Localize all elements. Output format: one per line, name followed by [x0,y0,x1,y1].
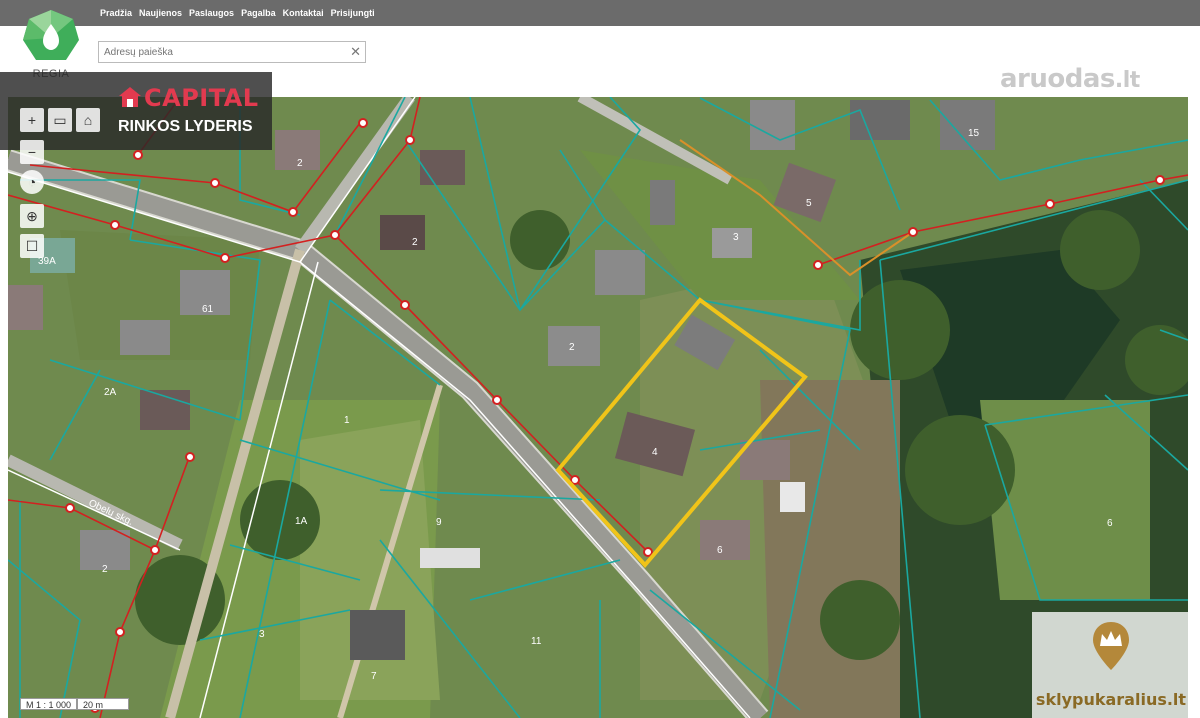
nav-help[interactable]: Pagalba [241,8,276,18]
parcel-number: 61 [202,304,214,315]
address-search-input[interactable] [99,42,349,63]
history-icon[interactable]: ◔ [20,170,44,194]
aruodas-name: aruodas [1000,64,1115,94]
parcel-number: 1 [344,415,350,426]
top-navigation-bar: Pradžia Naujienos Paslaugos Pagalba Kont… [0,0,1200,26]
aruodas-tld: .lt [1114,68,1140,93]
clear-icon[interactable]: ✕ [350,44,361,60]
capital-brand: CAPITAL [144,84,259,112]
scale-ratio: M 1 : 1 000 [20,698,78,710]
measure-icon[interactable]: ▭ [48,108,72,132]
nav-services[interactable]: Paslaugos [189,8,234,18]
map-view[interactable]: Obelų skg. 2 2 3 5 15 39A 61 2A 1 1A 9 4… [8,97,1188,718]
parcel-number: 2 [569,342,575,353]
crown-pin-icon [1093,622,1129,670]
parcel-number: 2 [297,158,303,169]
parcel-number: 2 [102,564,108,575]
parcel-number: 2 [412,237,418,248]
nav-news[interactable]: Naujienos [139,8,182,18]
main-nav: Pradžia Naujienos Paslaugos Pagalba Kont… [100,0,375,26]
house-icon [119,87,141,107]
regia-logo-icon [23,10,79,60]
parcel-number: 11 [531,636,542,647]
capital-tagline: RINKOS LYDERIS [118,118,253,135]
parcel-number: 3 [733,232,739,243]
regia-logo[interactable]: REGIA [16,8,86,80]
parcel-number: 6 [1107,518,1113,529]
scale-bar: 20 m [77,698,130,710]
draw-polygon-icon[interactable]: ☐ [20,234,44,258]
pin-icon[interactable]: ⌂ [76,108,100,132]
parcel-number: 9 [436,517,442,528]
aruodas-watermark: aruodas.lt [1000,64,1140,94]
map-scale: M 1 : 1 000 20 m [20,698,130,710]
zoom-out-button[interactable]: − [20,140,44,164]
zoom-in-button[interactable]: + [20,108,44,132]
badge-text: sklypukaralius.lt [1035,690,1187,709]
parcel-number: 2A [104,387,117,398]
nav-login[interactable]: Prisijungti [331,8,375,18]
parcel-number: 15 [968,128,980,139]
locate-icon[interactable]: ⊕ [20,204,44,228]
parcel-number: 6 [717,545,723,556]
nav-home[interactable]: Pradžia [100,8,132,18]
parcel-number: 4 [652,447,658,458]
aerial-map[interactable]: Obelų skg. 2 2 3 5 15 39A 61 2A 1 1A 9 4… [8,97,1188,718]
parcel-number: 5 [806,198,812,209]
address-search[interactable]: ✕ [98,41,366,63]
parcel-number: 3 [259,629,265,640]
nav-contacts[interactable]: Kontaktai [283,8,324,18]
parcel-number: 7 [371,671,377,682]
sklypukaralius-badge[interactable]: sklypukaralius.lt [1032,612,1190,718]
parcel-number: 1A [295,516,308,527]
